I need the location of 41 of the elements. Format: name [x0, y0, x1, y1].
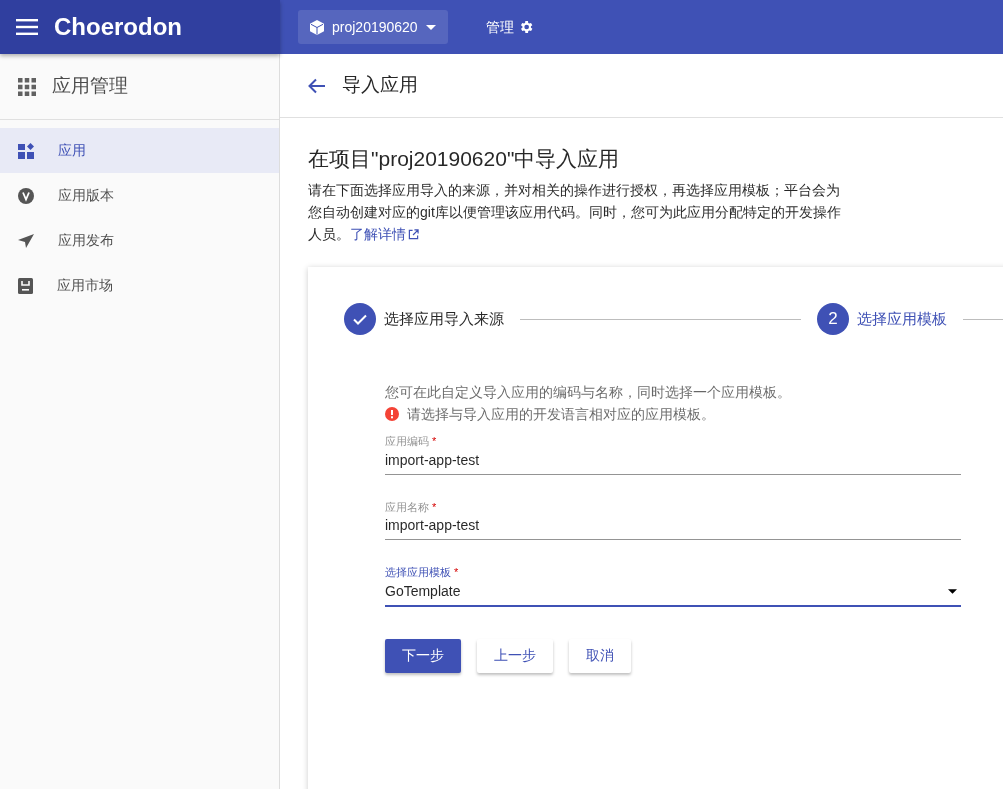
required-mark: * [432, 434, 437, 450]
page-description: 请在下面选择应用导入的来源，并对相关的操作进行授权，再选择应用模板；平台会为您自动创建对应的git库以便管理该应用代码。同时，您可为此应用分配特定的开发操作人员。了解详情 [308, 181, 842, 245]
manage-button[interactable]: 管理 [479, 15, 540, 39]
store-icon [18, 277, 33, 294]
page-heading: 在项目"proj20190620"中导入应用 [308, 146, 621, 172]
caret-icon [425, 24, 436, 30]
grid-icon [18, 77, 36, 96]
widgets-icon [18, 142, 34, 159]
sidebar-item[interactable]: 应用 [0, 128, 279, 173]
field-label: 应用名称 [385, 499, 429, 515]
page-title: 导入应用 [342, 73, 418, 98]
warning-text: 请选择与导入应用的开发语言相对应的应用模板。 [407, 405, 715, 425]
required-mark: * [454, 565, 459, 581]
sidebar-item[interactable]: 应用发布 [0, 218, 279, 263]
step-label: 选择应用模板 [857, 308, 947, 329]
menu-icon[interactable] [16, 19, 38, 35]
template-select[interactable]: GoTemplate [385, 580, 961, 607]
sidebar-item[interactable]: 应用市场 [0, 263, 279, 308]
learn-more-link[interactable]: 了解详情 [350, 226, 419, 243]
required-mark: * [432, 499, 437, 515]
back-arrow-icon[interactable] [308, 77, 326, 94]
field-label: 应用编码 [385, 434, 429, 450]
brand-logo-text: Choerodon [54, 12, 182, 42]
sidebar-title: 应用管理 [52, 74, 128, 99]
external-link-icon [408, 229, 419, 241]
sidebar-item[interactable]: 应用版本 [0, 173, 279, 218]
paper-plane-icon [18, 233, 34, 248]
step-circle: 2 [817, 303, 849, 336]
text-field[interactable]: import-app-test [385, 515, 961, 541]
action-button[interactable]: 上一步 [477, 638, 553, 673]
warning-icon [385, 407, 399, 422]
caret-icon [948, 588, 957, 594]
text-field[interactable]: import-app-test [385, 449, 961, 475]
step-intro-text: 您可在此自定义导入应用的编码与名称，同时选择一个应用模板。 [385, 383, 792, 403]
project-selector[interactable]: proj20190620 [298, 10, 448, 44]
cube-icon [310, 19, 324, 35]
step-label: 选择应用导入来源 [384, 308, 504, 329]
action-button[interactable]: 取消 [569, 638, 631, 673]
field-label: 选择应用模板 [385, 565, 451, 581]
next-button[interactable]: 下一步 [385, 638, 461, 673]
version-badge-icon [18, 187, 34, 204]
